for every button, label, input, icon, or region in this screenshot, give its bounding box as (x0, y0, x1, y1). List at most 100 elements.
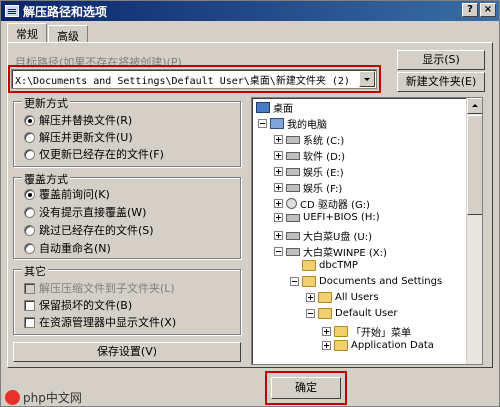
tree-label: 我的电脑 (287, 120, 327, 131)
new-folder-button[interactable]: 新建文件夹(E) (397, 72, 485, 92)
tree-label: dbcTMP (319, 260, 358, 271)
window-title: 解压路径和选项 (23, 4, 108, 19)
expand-icon[interactable] (274, 213, 283, 222)
drive-icon (286, 213, 300, 222)
scroll-thumb[interactable] (467, 115, 482, 215)
tab-advanced[interactable]: 高级 (48, 25, 88, 43)
expand-icon[interactable] (274, 231, 283, 240)
tree-scrollbar[interactable] (466, 98, 482, 364)
radio-label: 解压并更新文件(U) (39, 131, 133, 144)
folder-icon (302, 276, 316, 287)
radio-button[interactable] (24, 206, 35, 218)
path-highlight-box (8, 65, 381, 93)
checkbox-label: 在资源管理器中显示文件(X) (39, 316, 177, 329)
expand-icon[interactable] (274, 151, 283, 160)
tree-label: Application Data (351, 340, 434, 351)
drive-icon (286, 135, 300, 144)
drive-icon (286, 151, 300, 160)
collapse-icon[interactable] (306, 309, 315, 318)
cd-drive-icon (286, 198, 297, 209)
tree-node-drive-f[interactable]: 娱乐 (F:) (274, 180, 342, 195)
radio-update-existing[interactable]: 仅更新已经存在的文件(F) (24, 146, 164, 162)
drive-icon (286, 167, 300, 176)
checkbox[interactable] (24, 299, 35, 311)
radio-replace[interactable]: 解压并替换文件(R) (24, 112, 132, 128)
radio-button[interactable] (24, 188, 35, 200)
radio-button[interactable] (24, 242, 35, 254)
php-logo-icon (5, 390, 20, 405)
watermark-text: php中文网 (23, 391, 82, 405)
save-settings-button[interactable]: 保存设置(V) (13, 342, 241, 362)
radio-label: 自动重命名(N) (39, 242, 111, 255)
expand-icon[interactable] (274, 135, 283, 144)
scroll-up-arrow-icon[interactable] (467, 98, 482, 114)
radio-label: 跳过已经存在的文件(S) (39, 224, 154, 237)
tree-node-my-computer[interactable]: 我的电脑 (258, 116, 327, 131)
tree-label: Default User (335, 308, 398, 319)
tab-strip: 常规 高级 (7, 23, 89, 43)
folder-tree[interactable]: 桌面 我的电脑 系统 (C:) 软件 (D:) 娱乐 (E:) 娱乐 (F:) (251, 97, 483, 365)
drive-icon (286, 247, 300, 256)
folder-icon (318, 308, 332, 319)
tree-node-start-menu[interactable]: 「开始」菜单 (322, 324, 411, 339)
tree-node-drive-e[interactable]: 娱乐 (E:) (274, 164, 344, 179)
misc-title: 其它 (22, 263, 48, 279)
collapse-icon[interactable] (290, 277, 299, 286)
ok-highlight-box (265, 371, 347, 405)
tree-node-drive-x[interactable]: 大白菜WINPE (X:) (274, 244, 387, 259)
help-button[interactable]: ? (462, 3, 478, 17)
extract-options-dialog: 解压路径和选项 ? × 常规 高级 目标路径(如果不存在将被创建)(P) X:\… (0, 0, 500, 407)
collapse-icon[interactable] (258, 119, 267, 128)
radio-label: 没有提示直接覆盖(W) (39, 206, 147, 219)
expand-icon[interactable] (274, 183, 283, 192)
radio-overwrite-silent[interactable]: 没有提示直接覆盖(W) (24, 204, 146, 220)
tree-label: 娱乐 (E:) (303, 168, 344, 179)
close-button[interactable]: × (480, 3, 496, 17)
tree-label: 大白菜WINPE (X:) (303, 248, 387, 259)
radio-button[interactable] (24, 131, 35, 143)
check-keep-broken[interactable]: 保留损坏的文件(B) (24, 297, 132, 313)
tree-node-desktop[interactable]: 桌面 (256, 100, 293, 115)
check-show-in-explorer[interactable]: 在资源管理器中显示文件(X) (24, 314, 176, 330)
tree-label: 桌面 (273, 104, 293, 115)
tree-label: 娱乐 (F:) (303, 184, 343, 195)
tree-node-drive-c[interactable]: 系统 (C:) (274, 132, 344, 147)
checkbox-label: 保留损坏的文件(B) (39, 299, 133, 312)
expand-icon[interactable] (274, 199, 283, 208)
radio-button[interactable] (24, 224, 35, 236)
tree-node-dbctmp[interactable]: dbcTMP (302, 260, 358, 271)
radio-button[interactable] (24, 148, 35, 160)
radio-label: 仅更新已经存在的文件(F) (39, 148, 164, 161)
radio-auto-rename[interactable]: 自动重命名(N) (24, 240, 111, 256)
tree-node-drive-g[interactable]: CD 驱动器 (G:) (274, 196, 370, 211)
folder-icon (302, 260, 316, 271)
expand-icon[interactable] (322, 327, 331, 336)
drive-icon (286, 231, 300, 240)
expand-icon[interactable] (306, 293, 315, 302)
tree-node-application-data[interactable]: Application Data (322, 340, 434, 351)
tree-label: 系统 (C:) (303, 136, 345, 147)
tab-general[interactable]: 常规 (7, 23, 47, 42)
tree-label: Documents and Settings (319, 276, 443, 287)
update-mode-title: 更新方式 (22, 95, 70, 111)
drive-icon (286, 183, 300, 192)
overwrite-mode-group: 覆盖方式 覆盖前询问(K) 没有提示直接覆盖(W) 跳过已经存在的文件(S) 自… (13, 171, 241, 259)
tree-node-default-user[interactable]: Default User (306, 308, 398, 319)
collapse-icon[interactable] (274, 247, 283, 256)
tree-node-drive-h[interactable]: UEFI+BIOS (H:) (274, 212, 380, 223)
tree-label: 「开始」菜单 (351, 328, 411, 339)
checkbox[interactable] (24, 316, 35, 328)
tree-node-documents-and-settings[interactable]: Documents and Settings (290, 276, 442, 287)
checkbox-label: 解压压缩文件到子文件夹(L) (39, 282, 175, 295)
tree-node-drive-d[interactable]: 软件 (D:) (274, 148, 345, 163)
radio-update[interactable]: 解压并更新文件(U) (24, 129, 133, 145)
expand-icon[interactable] (322, 341, 331, 350)
expand-icon[interactable] (274, 167, 283, 176)
radio-skip-existing[interactable]: 跳过已经存在的文件(S) (24, 222, 154, 238)
radio-button[interactable] (24, 114, 35, 126)
tree-node-drive-u[interactable]: 大白菜U盘 (U:) (274, 228, 372, 243)
show-button[interactable]: 显示(S) (397, 50, 485, 70)
radio-ask-before[interactable]: 覆盖前询问(K) (24, 186, 110, 202)
tree-label: All Users (335, 292, 379, 303)
tree-node-all-users[interactable]: All Users (306, 292, 379, 303)
